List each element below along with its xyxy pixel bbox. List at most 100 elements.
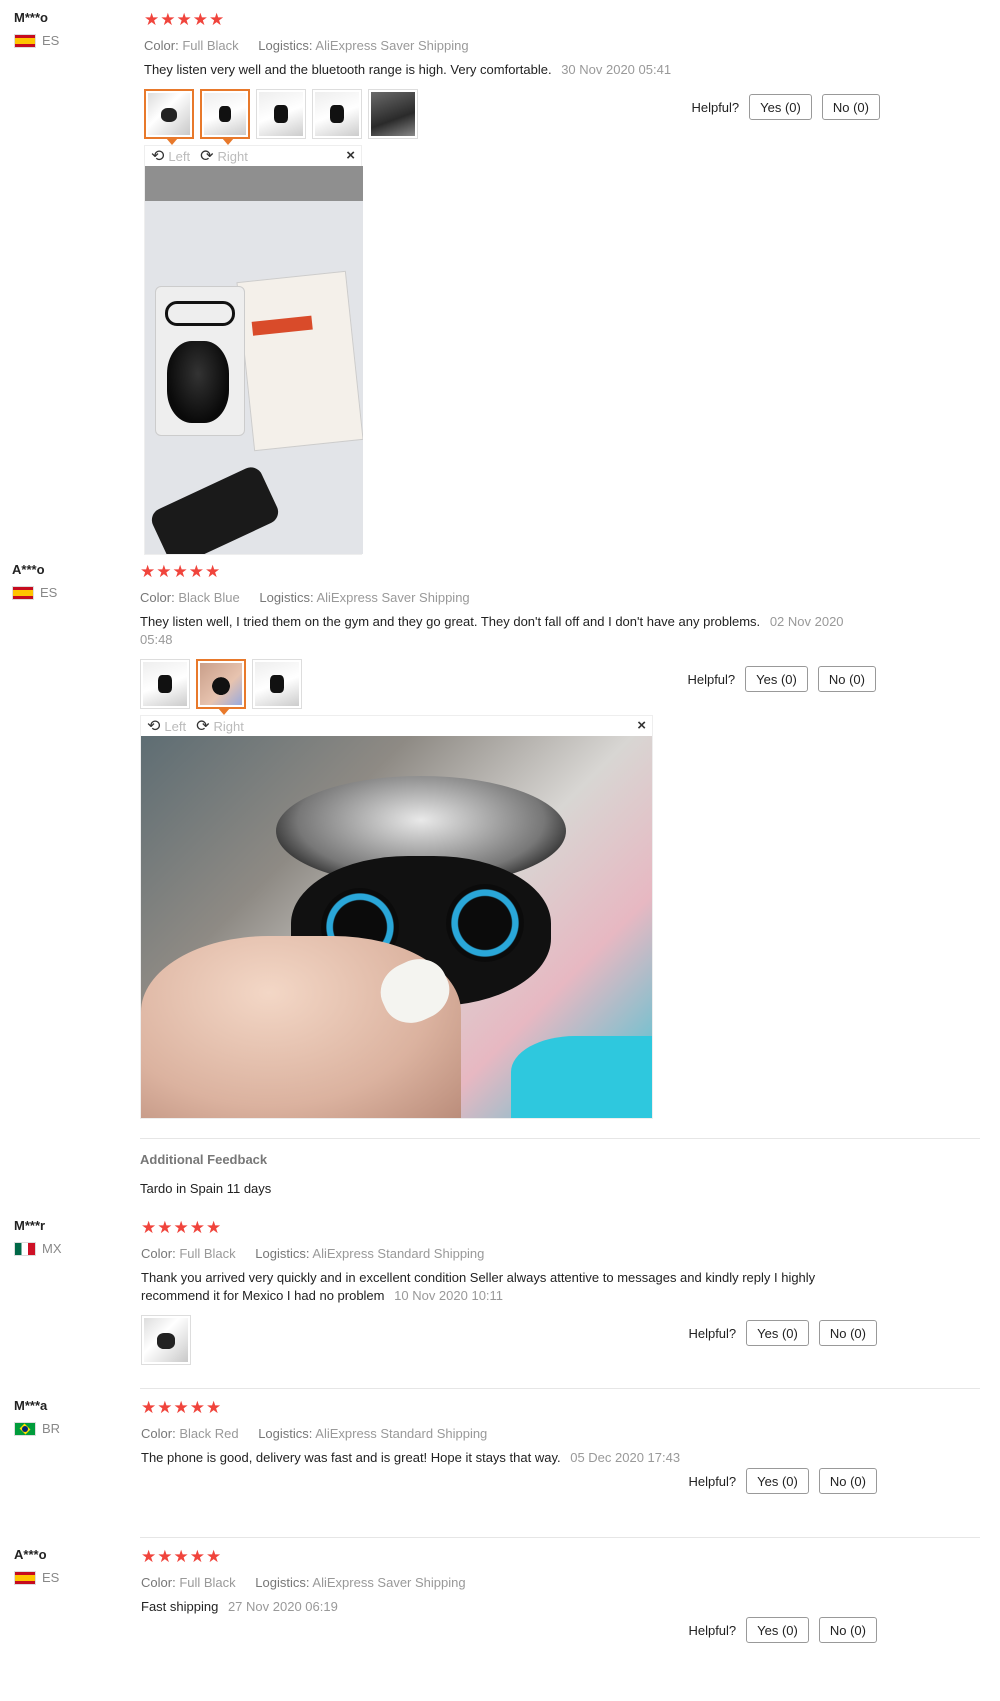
review-content: ★★★★★ Color: Full Black Logistics: AliEx… bbox=[144, 10, 904, 555]
review-user: M***r MX bbox=[14, 1218, 62, 1256]
star-rating: ★★★★★ bbox=[141, 1547, 223, 1566]
color-value: Full Black bbox=[179, 1246, 236, 1261]
star-rating: ★★★★★ bbox=[140, 562, 222, 581]
review-meta: Color: Black Blue Logistics: AliExpress … bbox=[140, 590, 900, 605]
review-content: ★★★★★ Color: Black Blue Logistics: AliEx… bbox=[140, 562, 900, 1119]
rotate-left-label[interactable]: Left bbox=[164, 719, 186, 734]
logistics-label: Logistics: bbox=[258, 38, 313, 53]
country-code: ES bbox=[42, 33, 60, 48]
user-country: BR bbox=[14, 1421, 60, 1436]
helpful-label: Helpful? bbox=[688, 1325, 737, 1341]
review-thumbnail[interactable] bbox=[141, 1315, 191, 1365]
user-name: A***o bbox=[14, 1547, 47, 1562]
review-thumbnail[interactable] bbox=[196, 659, 246, 715]
rotate-right-icon[interactable]: ⟳ bbox=[196, 716, 209, 736]
color-label: Color: bbox=[140, 590, 175, 605]
helpful-no-button[interactable]: No (0) bbox=[817, 666, 876, 692]
helpful-controls: Helpful? Yes (0) No (0) bbox=[688, 1617, 877, 1643]
review-user: M***a BR bbox=[14, 1398, 60, 1436]
viewer-toolbar: ⟲ Left ⟳ Right × bbox=[141, 716, 652, 736]
color-label: Color: bbox=[144, 38, 179, 53]
review-user: A***o ES bbox=[12, 562, 57, 600]
helpful-yes-button[interactable]: Yes (0) bbox=[746, 1468, 809, 1494]
additional-feedback-content: Additional Feedback Tardo in Spain 11 da… bbox=[140, 1152, 900, 1196]
helpful-no-button[interactable]: No (0) bbox=[821, 94, 880, 120]
additional-feedback-text: Tardo in Spain 11 days bbox=[140, 1181, 272, 1196]
image-viewer: ⟲ Left ⟳ Right × bbox=[144, 145, 363, 555]
helpful-controls: Helpful? Yes (0) No (0) bbox=[688, 1320, 877, 1346]
review-date: 30 Nov 2020 05:41 bbox=[561, 62, 672, 77]
color-label: Color: bbox=[141, 1575, 176, 1590]
close-icon[interactable]: × bbox=[637, 717, 646, 734]
review-thumbnail[interactable] bbox=[252, 659, 302, 709]
color-value: Full Black bbox=[179, 1575, 236, 1590]
review-thumbnail[interactable] bbox=[144, 89, 194, 145]
divider bbox=[140, 1388, 980, 1389]
review-thumbnail[interactable] bbox=[368, 89, 418, 139]
review-text: They listen well, I tried them on the gy… bbox=[140, 613, 860, 649]
image-viewer: ⟲ Left ⟳ Right × bbox=[140, 715, 653, 1119]
review-content: ★★★★★ Color: Black Red Logistics: AliExp… bbox=[141, 1398, 901, 1467]
color-value: Black Red bbox=[179, 1426, 239, 1441]
divider bbox=[140, 1537, 980, 1538]
rotate-left-icon[interactable]: ⟲ bbox=[147, 716, 160, 736]
additional-feedback-title: Additional Feedback bbox=[140, 1152, 268, 1167]
logistics-value: AliExpress Saver Shipping bbox=[312, 1575, 466, 1590]
review-user: M***o ES bbox=[14, 10, 59, 48]
review-meta: Color: Full Black Logistics: AliExpress … bbox=[141, 1575, 901, 1590]
spain-flag-icon bbox=[12, 585, 34, 600]
divider bbox=[140, 1138, 980, 1139]
close-icon[interactable]: × bbox=[346, 147, 355, 164]
rotate-right-icon[interactable]: ⟳ bbox=[200, 146, 213, 166]
country-code: ES bbox=[40, 585, 58, 600]
logistics-value: AliExpress Saver Shipping bbox=[316, 590, 470, 605]
review-body: Fast shipping bbox=[141, 1599, 219, 1614]
rotate-left-label[interactable]: Left bbox=[168, 149, 190, 164]
user-name: A***o bbox=[12, 562, 45, 577]
review-body: They listen well, I tried them on the gy… bbox=[140, 614, 761, 629]
review-content: ★★★★★ Color: Full Black Logistics: AliEx… bbox=[141, 1547, 901, 1616]
user-name: M***r bbox=[14, 1218, 46, 1233]
review-thumbnail[interactable] bbox=[200, 89, 250, 145]
helpful-label: Helpful? bbox=[688, 1473, 737, 1489]
logistics-value: AliExpress Standard Shipping bbox=[315, 1426, 488, 1441]
review-text: The phone is good, delivery was fast and… bbox=[141, 1449, 881, 1467]
helpful-yes-button[interactable]: Yes (0) bbox=[749, 94, 812, 120]
review-thumbnail[interactable] bbox=[256, 89, 306, 139]
review-thumbnail[interactable] bbox=[140, 659, 190, 709]
logistics-value: AliExpress Saver Shipping bbox=[315, 38, 469, 53]
review-date: 27 Nov 2020 06:19 bbox=[227, 1599, 338, 1614]
country-code: MX bbox=[42, 1241, 62, 1256]
helpful-no-button[interactable]: No (0) bbox=[818, 1320, 877, 1346]
rotate-right-label[interactable]: Right bbox=[214, 719, 244, 734]
review-meta: Color: Black Red Logistics: AliExpress S… bbox=[141, 1426, 901, 1441]
rotate-right-label[interactable]: Right bbox=[218, 149, 248, 164]
review-photo bbox=[141, 736, 652, 1118]
mexico-flag-icon bbox=[14, 1241, 36, 1256]
logistics-label: Logistics: bbox=[259, 590, 314, 605]
review-date: 10 Nov 2020 10:11 bbox=[394, 1288, 504, 1303]
review-text: They listen very well and the bluetooth … bbox=[144, 61, 884, 79]
color-value: Black Blue bbox=[178, 590, 240, 605]
helpful-yes-button[interactable]: Yes (0) bbox=[746, 1617, 809, 1643]
color-value: Full Black bbox=[182, 38, 239, 53]
user-country: ES bbox=[14, 33, 59, 48]
review-body: The phone is good, delivery was fast and… bbox=[141, 1450, 561, 1465]
rotate-left-icon[interactable]: ⟲ bbox=[151, 146, 164, 166]
logistics-label: Logistics: bbox=[255, 1246, 310, 1261]
review-body: They listen very well and the bluetooth … bbox=[144, 62, 552, 77]
spain-flag-icon bbox=[14, 33, 36, 48]
helpful-no-button[interactable]: No (0) bbox=[818, 1468, 877, 1494]
review-thumbnail[interactable] bbox=[312, 89, 362, 139]
review-user: A***o ES bbox=[14, 1547, 59, 1585]
helpful-no-button[interactable]: No (0) bbox=[818, 1617, 877, 1643]
color-label: Color: bbox=[141, 1426, 176, 1441]
user-country: ES bbox=[12, 585, 57, 600]
color-label: Color: bbox=[141, 1246, 176, 1261]
star-rating: ★★★★★ bbox=[141, 1218, 223, 1237]
helpful-yes-button[interactable]: Yes (0) bbox=[746, 1320, 809, 1346]
logistics-label: Logistics: bbox=[258, 1426, 313, 1441]
helpful-controls: Helpful? Yes (0) No (0) bbox=[687, 666, 876, 692]
helpful-yes-button[interactable]: Yes (0) bbox=[745, 666, 808, 692]
review-photo bbox=[145, 166, 363, 554]
